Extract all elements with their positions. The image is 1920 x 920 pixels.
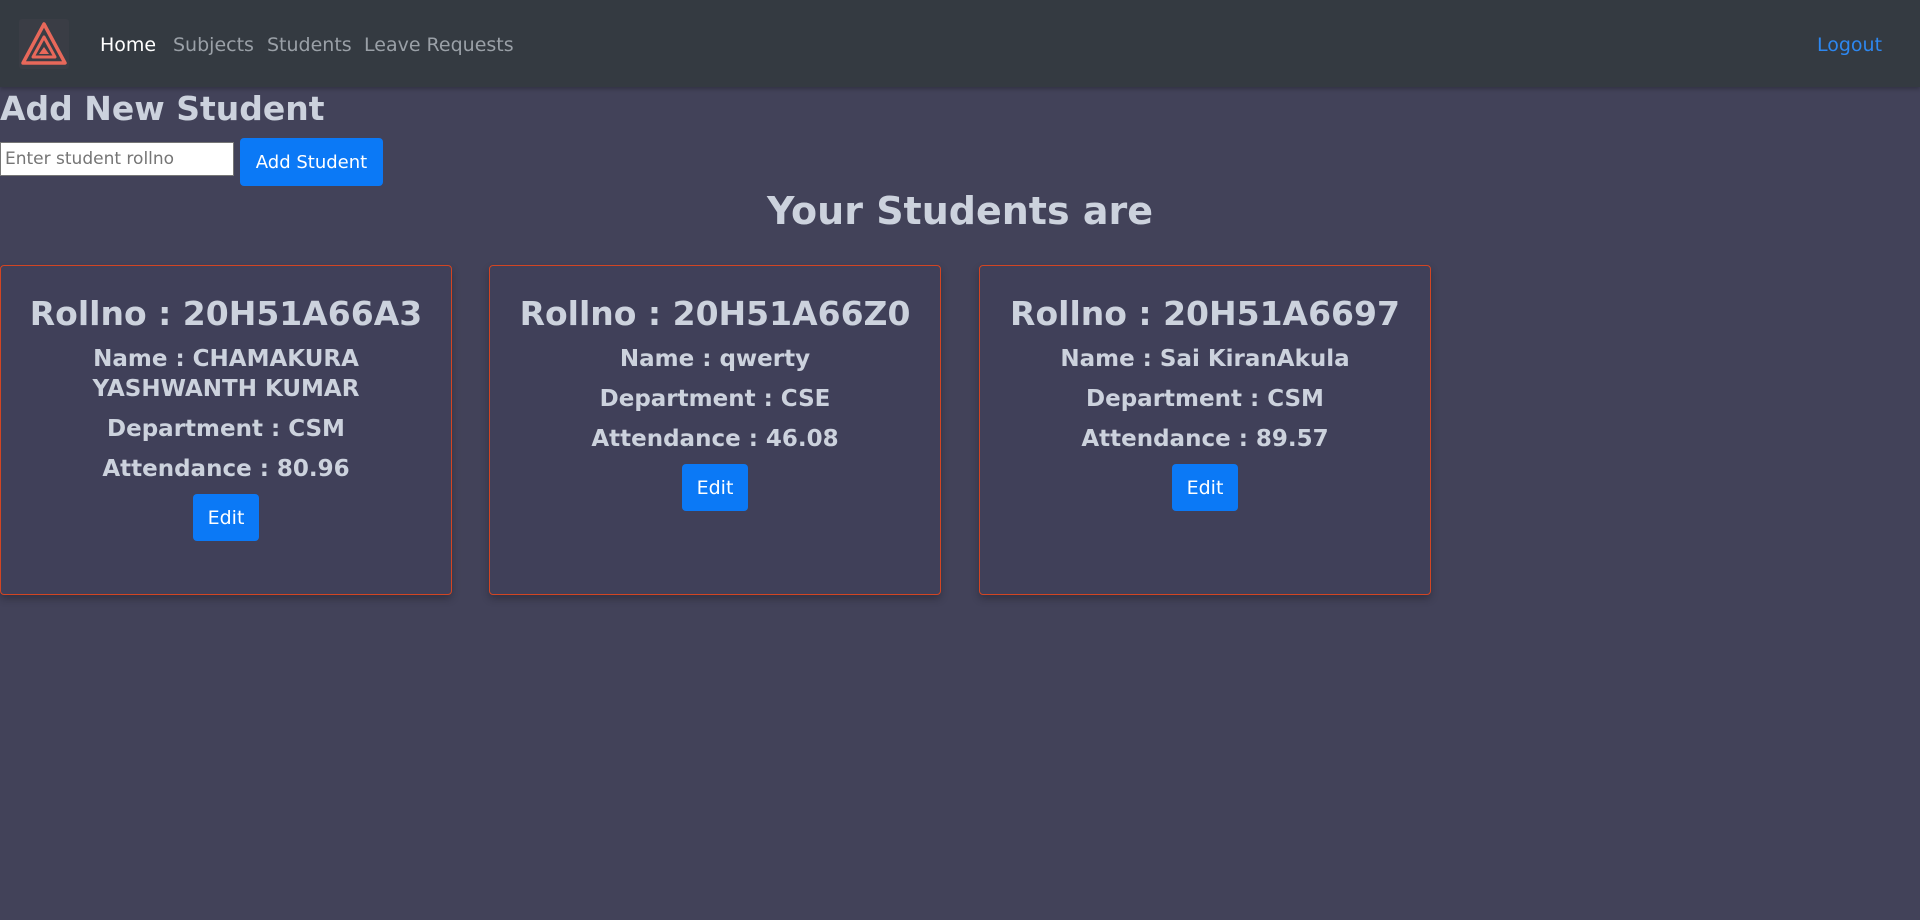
edit-student-button[interactable]: Edit	[682, 464, 748, 511]
nav-link-students[interactable]: Students	[267, 33, 352, 57]
nav-link-subjects[interactable]: Subjects	[173, 33, 254, 57]
student-attendance: Attendance : 89.57	[1081, 426, 1329, 452]
student-department: Department : CSM	[1086, 386, 1324, 412]
student-card: Rollno : 20H51A6697 Name : Sai KiranAkul…	[979, 265, 1431, 595]
edit-student-button[interactable]: Edit	[193, 494, 259, 541]
triangle-logo-icon[interactable]	[19, 19, 69, 69]
nav-link-leave-requests[interactable]: Leave Requests	[364, 33, 514, 57]
student-rollno: Rollno : 20H51A66Z0	[519, 294, 911, 333]
student-card: Rollno : 20H51A66Z0 Name : qwerty Depart…	[489, 265, 941, 595]
student-attendance: Attendance : 46.08	[591, 426, 839, 452]
rollno-input[interactable]	[0, 142, 234, 176]
student-department: Department : CSE	[599, 386, 831, 412]
top-navbar: Home Subjects Students Leave Requests Lo…	[0, 0, 1920, 87]
student-name: Name : Sai KiranAkula	[1060, 346, 1350, 372]
add-student-button[interactable]: Add Student	[240, 138, 383, 186]
student-rollno: Rollno : 20H51A6697	[1010, 294, 1400, 333]
student-department: Department : CSM	[107, 416, 345, 442]
student-attendance: Attendance : 80.96	[102, 456, 350, 482]
edit-student-button[interactable]: Edit	[1172, 464, 1238, 511]
add-student-title: Add New Student	[0, 89, 325, 128]
logout-link[interactable]: Logout	[1817, 33, 1882, 57]
student-name: Name : qwerty	[619, 346, 811, 372]
student-rollno: Rollno : 20H51A66A3	[29, 294, 423, 333]
student-name: Name : CHAMAKURA YASHWANTH KUMAR	[92, 346, 360, 402]
nav-link-home[interactable]: Home	[100, 33, 156, 57]
student-card: Rollno : 20H51A66A3 Name : CHAMAKURA YAS…	[0, 265, 452, 595]
students-heading: Your Students are	[767, 189, 1153, 233]
